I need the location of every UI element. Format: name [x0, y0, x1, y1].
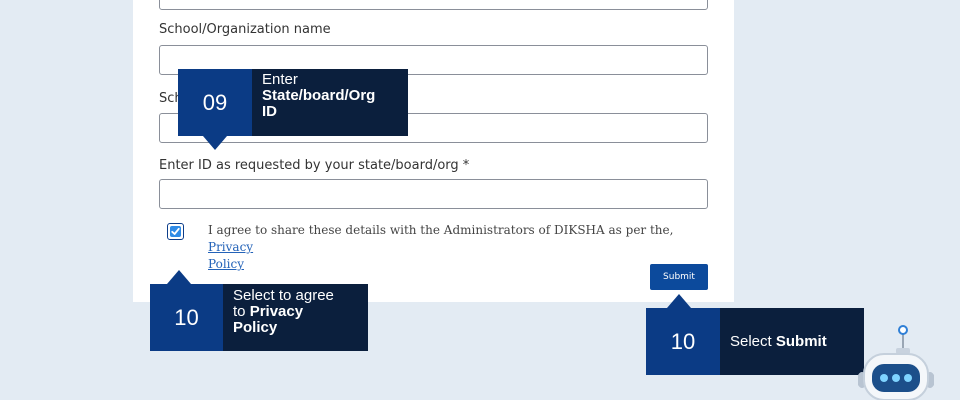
privacy-policy-link[interactable]: Privacy [208, 240, 253, 254]
org-name-label: School/Organization name [159, 22, 331, 37]
callout-step-09-bold: State/board/Org [262, 87, 376, 104]
callout-step-10a-number: 10 [150, 284, 223, 351]
callout-step-09: 09 Enter State/board/Org ID [178, 69, 408, 136]
callout-step-09-line1: Enter [262, 71, 298, 88]
callout-step-10a-bold: Privacy [249, 303, 304, 320]
id-input[interactable] [159, 179, 708, 209]
agree-text: I agree to share these details with the … [208, 223, 674, 237]
callout-step-10a-text: Select to agree to Privacy Policy [223, 284, 368, 351]
callout-step-09-bold2: ID [262, 103, 277, 120]
previous-input-field[interactable] [159, 0, 708, 10]
callout-step-10b-pointer [667, 294, 691, 308]
callout-step-10b-number: 10 [646, 308, 720, 375]
callout-step-10a-prefix: to [233, 303, 250, 320]
callout-step-10a-bold2: Policy [233, 319, 278, 336]
checkbox-fill [170, 226, 181, 237]
callout-step-10a-pointer [167, 270, 191, 284]
robot-mascot-icon [858, 325, 934, 400]
agree-text-block: I agree to share these details with the … [208, 222, 698, 273]
privacy-policy-link-continued[interactable]: Policy [208, 257, 244, 271]
callout-step-10b-prefix: Select [730, 332, 772, 350]
submit-button[interactable]: Submit [650, 264, 708, 290]
callout-step-10b-bold: Submit [775, 332, 827, 350]
callout-step-09-number: 09 [178, 69, 252, 136]
checkmark-icon [171, 227, 180, 235]
id-label: Enter ID as requested by your state/boar… [159, 158, 470, 173]
agree-checkbox[interactable] [167, 223, 184, 240]
callout-step-10b-text: Select Submit [720, 308, 864, 375]
callout-step-10-privacy: 10 Select to agree to Privacy Policy [150, 284, 368, 351]
callout-step-10-submit: 10 Select Submit [646, 308, 864, 375]
callout-step-09-text: Enter State/board/Org ID [252, 69, 408, 136]
callout-step-09-pointer [203, 136, 227, 150]
callout-step-10a-line1: Select to agree [233, 287, 334, 304]
